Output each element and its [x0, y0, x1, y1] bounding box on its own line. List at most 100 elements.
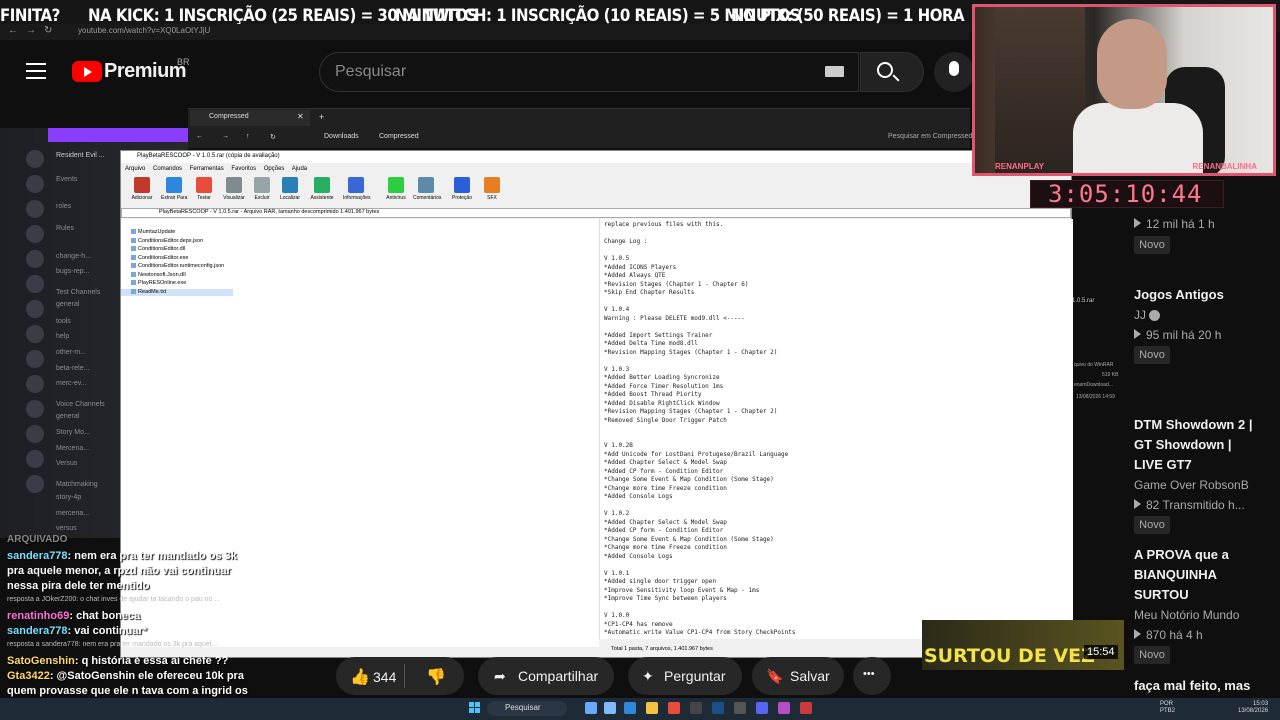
- discord-channel[interactable]: general: [56, 301, 79, 308]
- close-tab-icon[interactable]: ✕: [297, 112, 304, 121]
- menu-icon[interactable]: [26, 63, 46, 79]
- menu-item[interactable]: Ajuda: [292, 166, 307, 172]
- rec-channel[interactable]: JJ: [1134, 308, 1161, 322]
- back-icon[interactable]: ←: [196, 133, 203, 140]
- file-item[interactable]: Newtonsoft.Json.dll: [131, 272, 186, 278]
- discord-server-icon[interactable]: [26, 400, 44, 418]
- toolbar-button[interactable]: Testar: [191, 177, 217, 201]
- ask-button[interactable]: ✦ Perguntar: [628, 657, 742, 695]
- file-item[interactable]: ConditionsEditor.runtimeconfig.json: [131, 263, 224, 269]
- chat-username[interactable]: SatoGenshin: [7, 655, 75, 667]
- discord-channel[interactable]: Rules: [56, 225, 74, 232]
- discord-channel[interactable]: mercena...: [56, 510, 89, 517]
- menu-item[interactable]: Arquivo: [125, 166, 145, 172]
- discord-server-icon[interactable]: [26, 275, 44, 293]
- discord-channel[interactable]: beta-rele...: [56, 365, 89, 372]
- discord-server-icon[interactable]: [26, 375, 44, 393]
- discord-channel[interactable]: merc-ev...: [56, 380, 87, 387]
- file-item[interactable]: ConditionsEditor.exe: [131, 255, 188, 261]
- widgets-icon[interactable]: [604, 702, 616, 714]
- back-icon[interactable]: ←: [8, 25, 18, 36]
- chrome-icon[interactable]: [668, 702, 680, 714]
- toolbar-button[interactable]: Antivírus: [383, 177, 409, 201]
- discord-server-icon[interactable]: [26, 175, 44, 193]
- toolbar-button[interactable]: Adicionar: [129, 177, 155, 201]
- discord-channel[interactable]: Mercena...: [56, 445, 89, 452]
- app-icon[interactable]: [778, 702, 790, 714]
- keyboard-icon[interactable]: [825, 66, 844, 77]
- dislike-icon[interactable]: 👎: [426, 667, 446, 687]
- file-item[interactable]: PlayRESOnline.exe: [131, 280, 186, 286]
- forward-icon[interactable]: →: [222, 133, 229, 140]
- forward-icon[interactable]: →: [26, 25, 36, 36]
- edge-icon[interactable]: [624, 702, 636, 714]
- toolbar-button[interactable]: Informações: [343, 177, 371, 201]
- winrar-icon[interactable]: [800, 702, 812, 714]
- discord-server-icon[interactable]: [26, 225, 44, 243]
- like-icon[interactable]: 👍: [350, 667, 370, 687]
- new-tab-icon[interactable]: +: [319, 112, 324, 122]
- app-icon[interactable]: [690, 702, 702, 714]
- discord-server-icon[interactable]: [26, 450, 44, 468]
- menu-item[interactable]: Favoritos: [231, 166, 256, 172]
- toolbar-button[interactable]: SFX: [479, 177, 505, 201]
- file-item[interactable]: ReadMe.txt: [131, 289, 166, 295]
- discord-channel[interactable]: bugs-rep...: [56, 268, 89, 275]
- app-icon[interactable]: [734, 702, 746, 714]
- discord-channel[interactable]: change-h...: [56, 253, 91, 260]
- toolbar-button[interactable]: Visualizar: [221, 177, 247, 201]
- microphone-icon[interactable]: [949, 61, 959, 76]
- breadcrumb-item[interactable]: Compressed: [379, 133, 419, 140]
- youtube-logo-icon[interactable]: [72, 61, 102, 82]
- discord-server-icon[interactable]: [26, 150, 44, 168]
- search-icon[interactable]: [877, 62, 893, 78]
- steam-icon[interactable]: [712, 702, 724, 714]
- chat-username[interactable]: sandera778: [7, 550, 68, 562]
- menu-item[interactable]: Comandos: [153, 166, 182, 172]
- file-item[interactable]: MumtazUpdate: [131, 229, 175, 235]
- share-button[interactable]: ➦ Compartilhar: [478, 657, 614, 695]
- more-button[interactable]: •••: [853, 657, 891, 695]
- taskview-icon[interactable]: [585, 702, 597, 714]
- discord-server-icon[interactable]: [26, 250, 44, 268]
- rec-title[interactable]: Jogos Antigos: [1134, 285, 1224, 305]
- discord-channel[interactable]: Voice Channels: [56, 401, 105, 408]
- file-explorer-icon[interactable]: [646, 702, 658, 714]
- rec-title[interactable]: faça mal feito, mas: [1134, 676, 1250, 696]
- explorer-search[interactable]: Pesquisar em Compressed: [888, 133, 972, 140]
- language-indicator[interactable]: POR PTB2: [1160, 701, 1175, 715]
- rec-title-line[interactable]: GT Showdown |: [1134, 435, 1232, 455]
- windows-start-icon[interactable]: [469, 702, 481, 714]
- discord-server-icon[interactable]: [26, 300, 44, 318]
- chat-username[interactable]: sandera778: [7, 625, 68, 637]
- up-icon[interactable]: ↑: [246, 133, 250, 140]
- discord-channel[interactable]: Events: [56, 176, 77, 183]
- rec-title-line[interactable]: LIVE GT7: [1134, 455, 1192, 475]
- discord-channel[interactable]: other-m...: [56, 349, 86, 356]
- menu-item[interactable]: Opções: [264, 166, 285, 172]
- rec-title-line[interactable]: A PROVA que a: [1134, 545, 1229, 565]
- save-button[interactable]: 🔖 Salvar: [752, 657, 844, 695]
- discord-channel[interactable]: Matchmaking: [56, 481, 98, 488]
- rec-channel[interactable]: Game Over RobsonB: [1134, 478, 1249, 492]
- menu-item[interactable]: Ferramentas: [190, 166, 224, 172]
- address-bar[interactable]: youtube.com/watch?v=XQ0LaOtYJjU: [78, 26, 210, 35]
- rec-title-line[interactable]: BIANQUINHA: [1134, 565, 1217, 585]
- discord-channel[interactable]: general: [56, 413, 79, 420]
- clock[interactable]: 15:03 13/08/2026: [1238, 701, 1268, 715]
- discord-channel[interactable]: Test Channels: [56, 289, 100, 296]
- toolbar-button[interactable]: Localizar: [277, 177, 303, 201]
- chat-username[interactable]: renatinho69: [7, 610, 69, 622]
- rec-title-line[interactable]: SURTOU: [1134, 585, 1189, 605]
- file-item[interactable]: ConditionsEditor.dll: [131, 246, 185, 252]
- file-item[interactable]: ConditionsEditor.deps.json: [131, 238, 203, 244]
- explorer-tab[interactable]: [190, 110, 310, 126]
- discord-server-icon[interactable]: [26, 325, 44, 343]
- chat-username[interactable]: Gta3422: [7, 670, 50, 682]
- refresh-icon[interactable]: ↻: [270, 133, 276, 141]
- discord-server-icon[interactable]: [26, 350, 44, 368]
- breadcrumb-item[interactable]: Downloads: [324, 133, 359, 140]
- rec-title-line[interactable]: DTM Showdown 2 |: [1134, 415, 1252, 435]
- discord-server-icon[interactable]: [26, 425, 44, 443]
- discord-channel[interactable]: tools: [56, 318, 71, 325]
